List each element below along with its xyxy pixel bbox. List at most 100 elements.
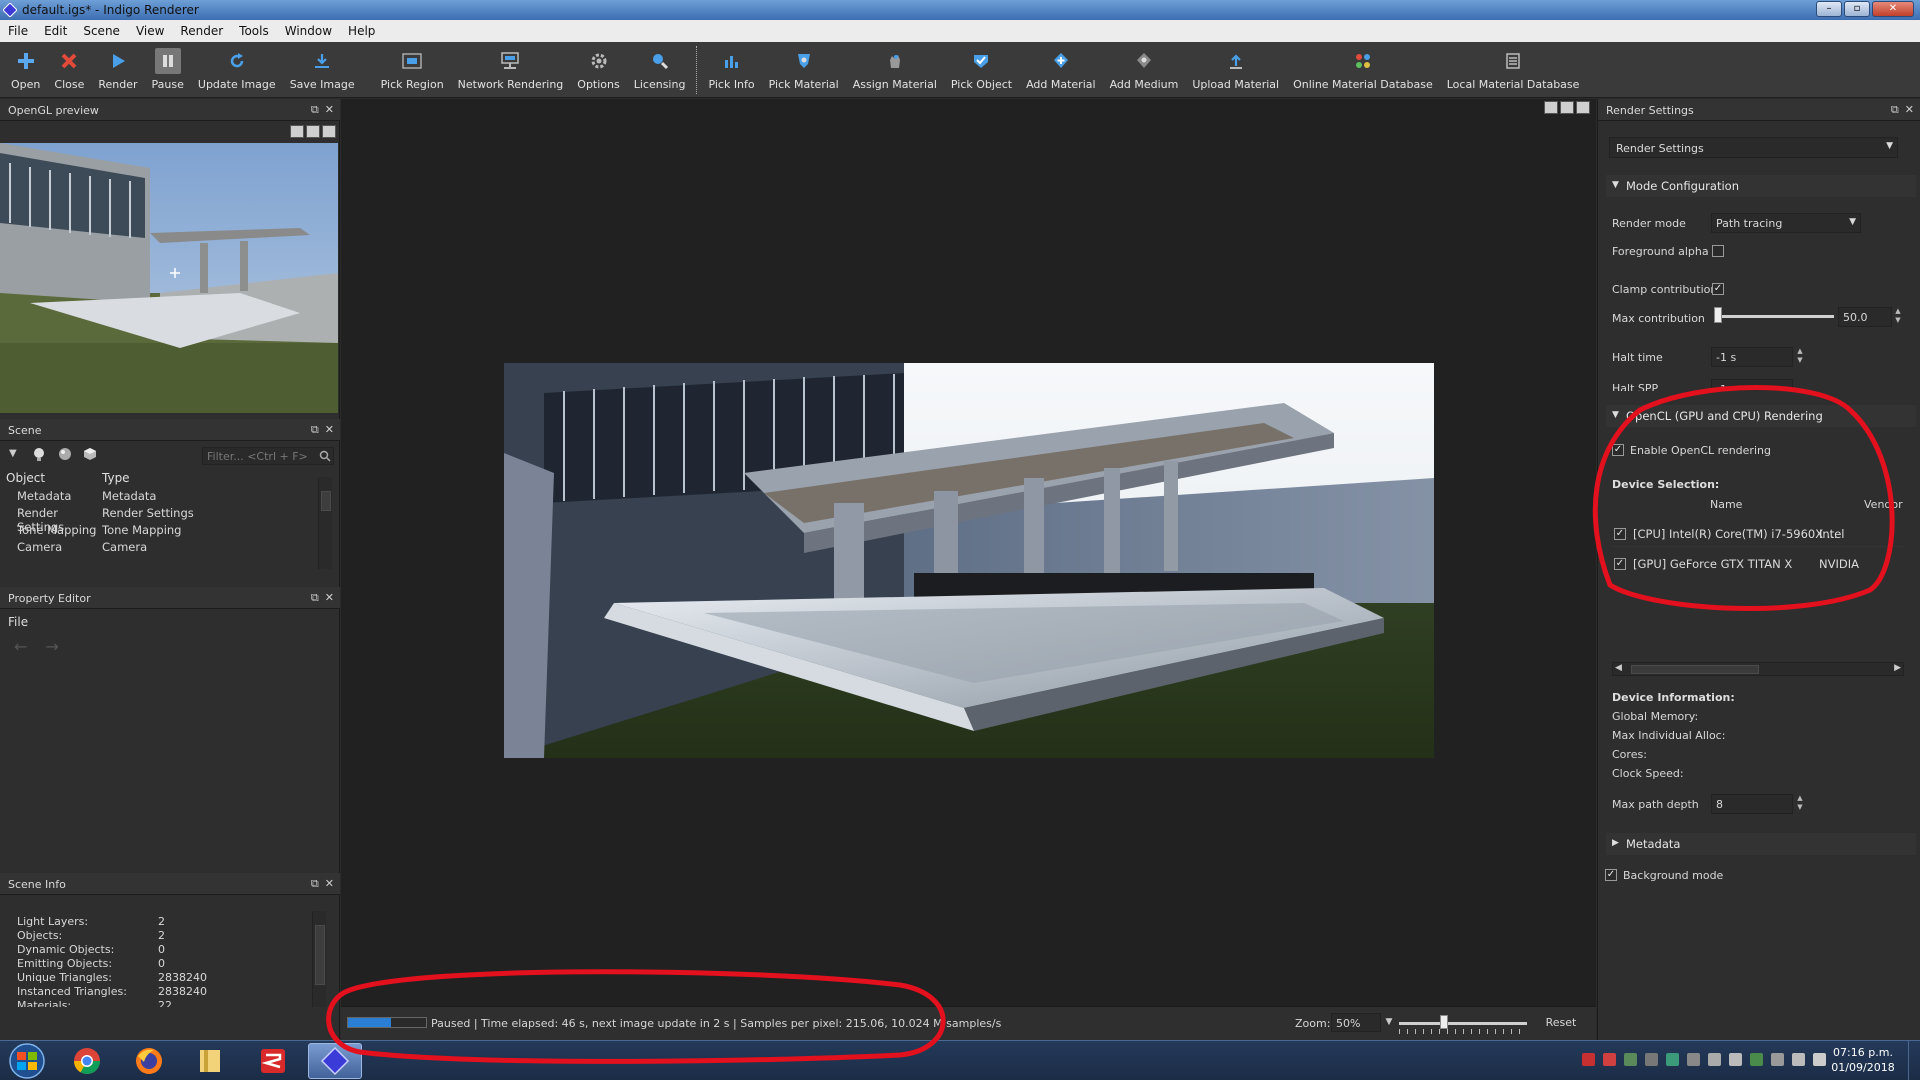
minimize-button[interactable]: – [1816, 1, 1842, 17]
menu-edit[interactable]: Edit [36, 20, 75, 42]
enable-opencl-checkbox[interactable]: ✓ [1612, 444, 1624, 456]
menu-tools[interactable]: Tools [231, 20, 277, 42]
device-row[interactable]: ✓ [GPU] GeForce GTX TITAN X NVIDIA [1612, 553, 1904, 577]
tray-icon-7[interactable] [1708, 1053, 1721, 1066]
device-checkbox[interactable]: ✓ [1614, 528, 1626, 540]
zoom-slider-track[interactable] [1399, 1022, 1527, 1025]
menu-window[interactable]: Window [277, 20, 340, 42]
menu-scene[interactable]: Scene [75, 20, 128, 42]
pick-material-button[interactable]: Pick Material [762, 42, 846, 91]
view-icon-2[interactable] [1560, 101, 1574, 114]
zoom-slider-handle[interactable] [1439, 1015, 1448, 1029]
licensing-button[interactable]: Licensing [627, 42, 693, 91]
scene-scrollbar[interactable] [318, 477, 332, 569]
max-path-depth-input[interactable]: 8 [1711, 794, 1793, 814]
menu-help[interactable]: Help [340, 20, 383, 42]
float-icon[interactable]: ⧉ [311, 103, 319, 117]
view-icon-3[interactable] [322, 125, 336, 138]
view-icon-1[interactable] [1544, 101, 1558, 114]
scene-row[interactable]: Camera Camera [0, 540, 325, 557]
tray-icon-4[interactable] [1645, 1053, 1658, 1066]
indigo-taskbar-button[interactable] [308, 1043, 362, 1079]
float-icon[interactable]: ⧉ [311, 423, 319, 437]
render-button[interactable]: Render [91, 42, 144, 91]
view-icon-2[interactable] [306, 125, 320, 138]
device-column-name[interactable]: Name [1710, 498, 1742, 511]
scene-row[interactable]: Metadata Metadata [0, 489, 325, 506]
render-mode-select[interactable]: Path tracing ▼ [1711, 213, 1861, 233]
max-contribution-slider-track[interactable] [1714, 315, 1834, 318]
float-icon[interactable]: ⧉ [311, 591, 319, 605]
scroll-right-icon[interactable]: ▶ [1894, 663, 1901, 673]
zoom-select[interactable]: 50% [1331, 1013, 1381, 1032]
show-desktop-button[interactable] [1908, 1041, 1920, 1080]
close-icon[interactable]: ✕ [325, 103, 334, 117]
open-button[interactable]: Open [4, 42, 47, 91]
add-medium-button[interactable]: Add Medium [1103, 42, 1186, 91]
save-image-button[interactable]: Save Image [283, 42, 362, 91]
menu-render[interactable]: Render [172, 20, 231, 42]
halt-spp-input[interactable]: -1 [1711, 379, 1793, 391]
float-icon[interactable]: ⧉ [311, 877, 319, 891]
update-image-button[interactable]: Update Image [191, 42, 283, 91]
spinner-arrows-icon[interactable]: ▲ ▼ [1794, 347, 1806, 367]
device-checkbox[interactable]: ✓ [1614, 558, 1626, 570]
firefox-taskbar-button[interactable] [122, 1043, 176, 1079]
forward-arrow-icon[interactable]: → [45, 637, 58, 656]
network-rendering-button[interactable]: Network Rendering [451, 42, 571, 91]
spinner-arrows-icon[interactable]: ▲ ▼ [1892, 307, 1904, 327]
float-icon[interactable]: ⧉ [1891, 103, 1899, 117]
halt-time-input[interactable]: -1 s [1711, 347, 1793, 367]
mode-configuration-section[interactable]: ▼ Mode Configuration [1606, 175, 1916, 197]
pick-info-button[interactable]: Pick Info [701, 42, 761, 91]
pick-object-button[interactable]: Pick Object [944, 42, 1019, 91]
view-icon-1[interactable] [290, 125, 304, 138]
tray-icon-3[interactable] [1624, 1053, 1637, 1066]
render-settings-combo[interactable]: Render Settings ▼ [1609, 137, 1898, 158]
expand-arrow-icon[interactable]: ▼ [9, 448, 17, 459]
flag-icon[interactable] [1729, 1053, 1742, 1066]
column-type[interactable]: Type [102, 471, 302, 489]
device-table-hscrollbar[interactable]: ◀ ▶ [1612, 662, 1904, 676]
tray-icon-5[interactable] [1666, 1053, 1679, 1066]
device-row[interactable]: ✓ [CPU] Intel(R) Core(TM) i7-5960X ... I… [1612, 523, 1904, 547]
max-contribution-slider-handle[interactable] [1714, 307, 1722, 323]
start-button[interactable] [2, 1042, 52, 1080]
taskbar-clock[interactable]: 07:16 p.m. 01/09/2018 [1828, 1045, 1898, 1075]
metadata-section[interactable]: ▶ Metadata [1606, 833, 1916, 855]
online-material-database-button[interactable]: Online Material Database [1286, 42, 1440, 91]
render-view[interactable] [341, 99, 1596, 1006]
chevron-down-icon[interactable]: ▼ [1381, 1013, 1397, 1032]
upload-material-button[interactable]: Upload Material [1185, 42, 1286, 91]
close-icon[interactable]: ✕ [1905, 103, 1914, 117]
sketchup-taskbar-button[interactable] [246, 1043, 300, 1079]
max-contribution-input[interactable]: 50.0 [1838, 307, 1892, 327]
assign-material-button[interactable]: Assign Material [846, 42, 944, 91]
menu-file[interactable]: File [0, 20, 36, 42]
close-icon[interactable]: ✕ [325, 423, 334, 437]
pick-region-button[interactable]: Pick Region [374, 42, 451, 91]
network-signal-icon[interactable] [1813, 1053, 1826, 1066]
reset-button[interactable]: Reset [1539, 1013, 1583, 1033]
spinner-arrows-icon[interactable]: ▲ ▼ [1794, 794, 1806, 814]
column-object[interactable]: Object [0, 471, 102, 489]
maximize-button[interactable]: ▫ [1844, 1, 1870, 17]
foreground-alpha-checkbox[interactable] [1712, 245, 1724, 257]
opencl-section[interactable]: ▼ OpenCL (GPU and CPU) Rendering [1606, 405, 1916, 427]
clamp-contributions-checkbox[interactable]: ✓ [1712, 283, 1724, 295]
back-arrow-icon[interactable]: ← [14, 637, 27, 656]
chrome-taskbar-button[interactable] [60, 1043, 114, 1079]
scene-filter-input[interactable]: Filter... <Ctrl + F> [202, 447, 334, 465]
pause-button[interactable]: Pause [145, 42, 191, 91]
tray-icon-1[interactable] [1582, 1053, 1595, 1066]
scene-row[interactable]: Tone Mapping Tone Mapping [0, 523, 325, 540]
light-bulb-icon[interactable] [32, 447, 46, 461]
cube-icon[interactable] [83, 447, 97, 461]
scene-info-scrollbar[interactable] [312, 911, 326, 1007]
tray-icon-6[interactable] [1687, 1053, 1700, 1066]
explorer-taskbar-button[interactable] [184, 1043, 238, 1079]
local-material-database-button[interactable]: Local Material Database [1440, 42, 1587, 91]
close-icon[interactable]: ✕ [325, 877, 334, 891]
view-icon-3[interactable] [1576, 101, 1590, 114]
background-mode-checkbox[interactable]: ✓ [1605, 869, 1617, 881]
